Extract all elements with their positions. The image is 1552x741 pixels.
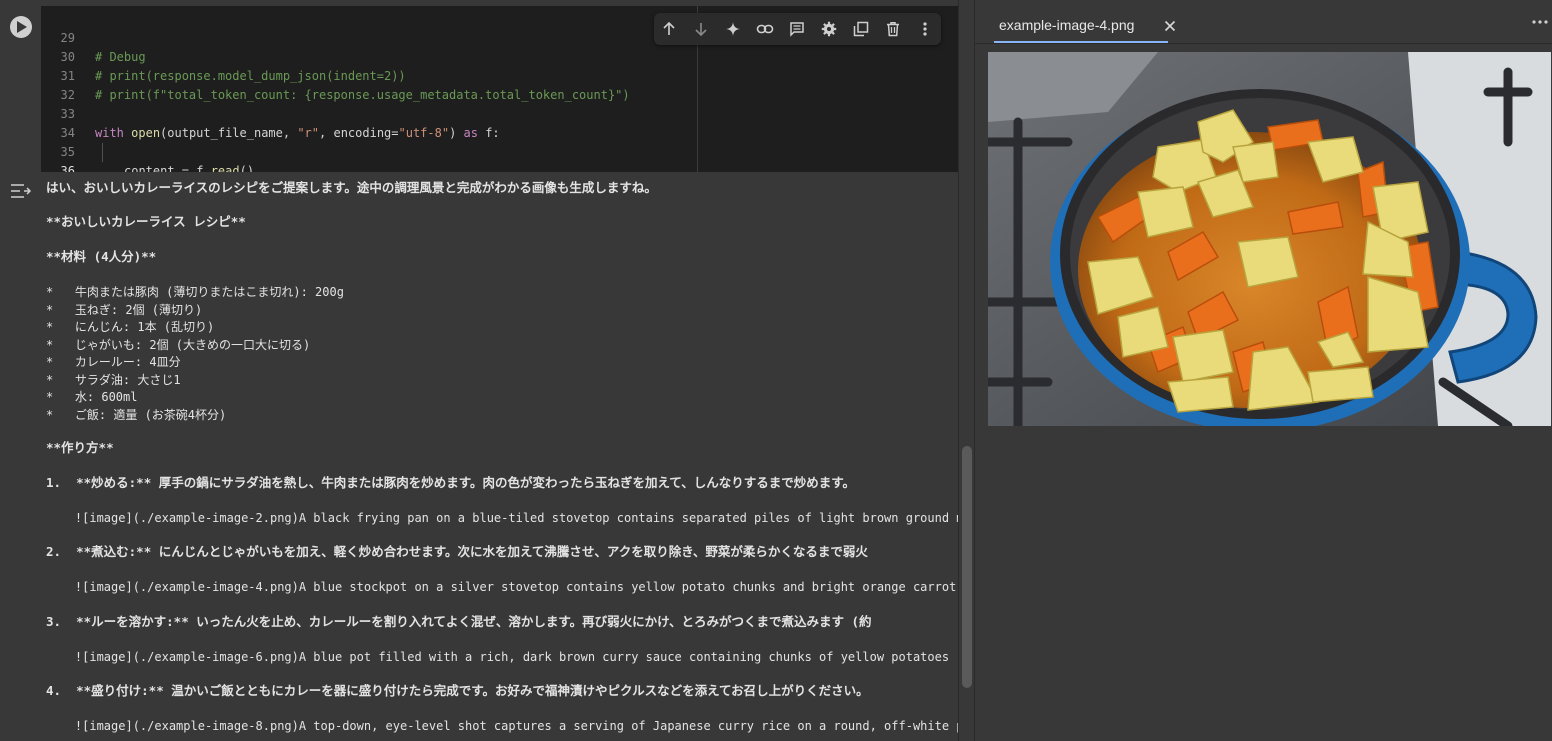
notebook-pane: 29 # Debug 30 # print(response.model_dum… — [0, 0, 958, 741]
arrow-down-icon — [695, 23, 707, 37]
output-text-line: * 牛肉または豚肉 (薄切りまたはこま切れ): 200g — [46, 285, 344, 299]
image-viewer-pane: example-image-4.png — [974, 0, 1552, 741]
code-line: 31 # print(f"total_token_count: {respons… — [41, 48, 656, 102]
code-line: 36 print(content) — [41, 143, 656, 197]
code-line: 29 # Debug — [41, 10, 656, 64]
sparkle-icon — [726, 22, 740, 36]
comment-icon — [790, 22, 804, 37]
viewer-tab-bar: example-image-4.png — [975, 0, 1552, 44]
code-line: 30 # print(response.model_dump_json(inde… — [41, 29, 656, 83]
cell-gutter — [0, 6, 41, 172]
output-text-line: **材料 (4人分)** — [46, 249, 157, 264]
more-vert-icon — [923, 22, 927, 36]
output-menu-icon — [11, 184, 32, 198]
tab-label: example-image-4.png — [999, 17, 1135, 33]
output-text-line: ![image](./example-image-2.png)A black f… — [46, 511, 958, 525]
output-text-line: 4. **盛り付け:** 温かいご飯とともにカレーを器に盛り付けたら完成です。お… — [46, 683, 869, 698]
code-line: 35 — [41, 124, 656, 159]
cell-output: はい、おいしいカレーライスのレシピをご提案します。途中の調理風景と完成がわかる画… — [0, 172, 958, 741]
output-text-line: * サラダ油: 大さじ1 — [46, 373, 181, 387]
play-icon — [17, 21, 27, 33]
code-line: 33 with open(output_file_name, "r", enco… — [41, 86, 656, 140]
settings-icon — [821, 21, 837, 37]
link-icon — [756, 24, 774, 34]
output-text-line: **おいしいカレーライス レシピ** — [46, 214, 246, 229]
copy-link-button[interactable] — [754, 19, 776, 39]
cell-toolbar — [654, 13, 941, 45]
output-text-line: * にんじん: 1本 (乱切り) — [46, 320, 215, 334]
code-line: 32 — [41, 67, 656, 102]
output-text-line: はい、おいしいカレーライスのレシピをご提案します。途中の調理風景と完成がわかる画… — [46, 180, 657, 195]
output-text-line: * 水: 600ml — [46, 390, 138, 404]
output-text-line: * じゃがいも: 2個 (大きめの一口大に切る) — [46, 338, 311, 352]
active-tab-indicator — [994, 41, 1168, 43]
more-actions-button[interactable] — [914, 19, 936, 39]
output-text-line: ![image](./example-image-8.png)A top-dow… — [46, 719, 958, 733]
code-cell[interactable]: 29 # Debug 30 # print(response.model_dum… — [0, 6, 958, 197]
output-text-line: ![image](./example-image-6.png)A blue po… — [46, 650, 958, 664]
mirror-cell-button[interactable] — [850, 19, 872, 39]
gemini-button[interactable] — [722, 19, 744, 39]
output-text-line: * ご飯: 適量 (お茶碗4杯分) — [46, 408, 227, 422]
add-comment-button[interactable] — [786, 19, 808, 39]
code-line: 34 content = f.read() — [41, 105, 656, 178]
move-down-button[interactable] — [690, 19, 712, 39]
move-up-button[interactable] — [658, 19, 680, 39]
output-text-line: ![image](./example-image-4.png)A blue st… — [46, 580, 958, 594]
output-text-line: * カレールー: 4皿分 — [46, 355, 181, 369]
stockpot-image — [988, 52, 1551, 426]
more-horiz-icon[interactable] — [1531, 16, 1549, 28]
output-text-line: 2. **煮込む:** にんじんとじゃがいもを加え、軽く炒め合わせます。次に水を… — [46, 544, 868, 559]
run-cell-button[interactable] — [10, 16, 32, 38]
delete-icon — [887, 22, 899, 37]
arrow-up-icon — [663, 21, 675, 35]
output-scrollbar-thumb[interactable] — [962, 446, 972, 688]
output-text-line: **作り方** — [46, 440, 114, 455]
tab-example-image-4[interactable]: example-image-4.png — [991, 8, 1176, 44]
output-text-line: * 玉ねぎ: 2個 (薄切り) — [46, 303, 203, 317]
mirror-cell-icon — [853, 21, 869, 37]
delete-cell-button[interactable] — [882, 19, 904, 39]
output-actions-button[interactable] — [10, 182, 32, 200]
output-text-line: 3. **ルーを溶かす:** いったん火を止め、カレールーを割り入れてよく混ぜ、… — [46, 614, 872, 629]
output-text-line: 1. **炒める:** 厚手の鍋にサラダ油を熱し、牛肉または豚肉を炒めます。肉の… — [46, 475, 856, 490]
cell-settings-button[interactable] — [818, 19, 840, 39]
image-display — [988, 52, 1551, 426]
close-icon[interactable] — [1162, 18, 1178, 34]
